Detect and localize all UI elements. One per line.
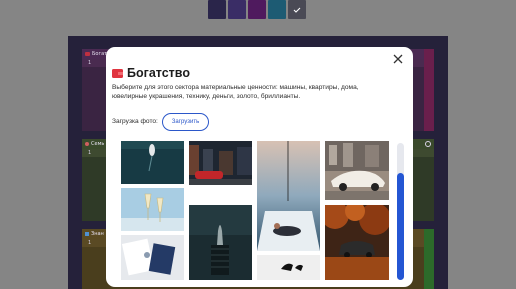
modal-title: Богатство xyxy=(127,66,190,80)
color-swatch-selected[interactable] xyxy=(288,0,306,19)
photo-cufflinks[interactable] xyxy=(121,235,184,280)
photo-lamborghini-white[interactable] xyxy=(325,141,389,200)
sector-wealth-count: 1 xyxy=(88,60,92,66)
upload-button[interactable]: Загрузить xyxy=(162,113,209,131)
photo-rolls-royce-emblem[interactable] xyxy=(189,205,252,280)
photo-red-car-street[interactable] xyxy=(189,141,252,185)
sector-knowledge-label: Знан xyxy=(91,231,104,237)
photo-car-autumn[interactable] xyxy=(325,205,389,280)
sector-wealth-side xyxy=(424,49,434,131)
photo-boat-aerial[interactable] xyxy=(121,141,184,184)
color-swatch-indigo[interactable] xyxy=(228,0,246,19)
close-icon xyxy=(393,54,403,64)
photo-yacht-deck[interactable] xyxy=(257,141,320,251)
scrollbar-thumb[interactable] xyxy=(397,173,404,280)
wallet-icon xyxy=(85,52,90,56)
sector-knowledge-side xyxy=(424,229,434,289)
modal-header: Богатство xyxy=(112,66,190,80)
color-swatch-navy[interactable] xyxy=(208,0,226,19)
sector-knowledge-count: 1 xyxy=(88,240,92,246)
wallet-icon xyxy=(112,69,123,78)
heart-icon xyxy=(85,142,89,146)
color-swatch-purple[interactable] xyxy=(248,0,266,19)
info-icon[interactable] xyxy=(425,141,431,147)
upload-label: Загрузка фото: xyxy=(112,118,158,125)
color-swatch-teal[interactable] xyxy=(268,0,286,19)
modal-description: Выберите для этого сектора материальные … xyxy=(112,84,359,101)
sector-family-count: 1 xyxy=(88,150,92,156)
sector-wealth-label: Богат xyxy=(92,51,108,57)
photo-champagne[interactable] xyxy=(121,188,184,231)
book-icon xyxy=(85,232,89,236)
check-icon xyxy=(293,7,301,13)
close-button[interactable] xyxy=(390,51,406,67)
sector-family-label: Семь xyxy=(91,141,105,147)
photo-shoes[interactable] xyxy=(257,255,320,280)
color-swatch-bar xyxy=(208,0,306,19)
